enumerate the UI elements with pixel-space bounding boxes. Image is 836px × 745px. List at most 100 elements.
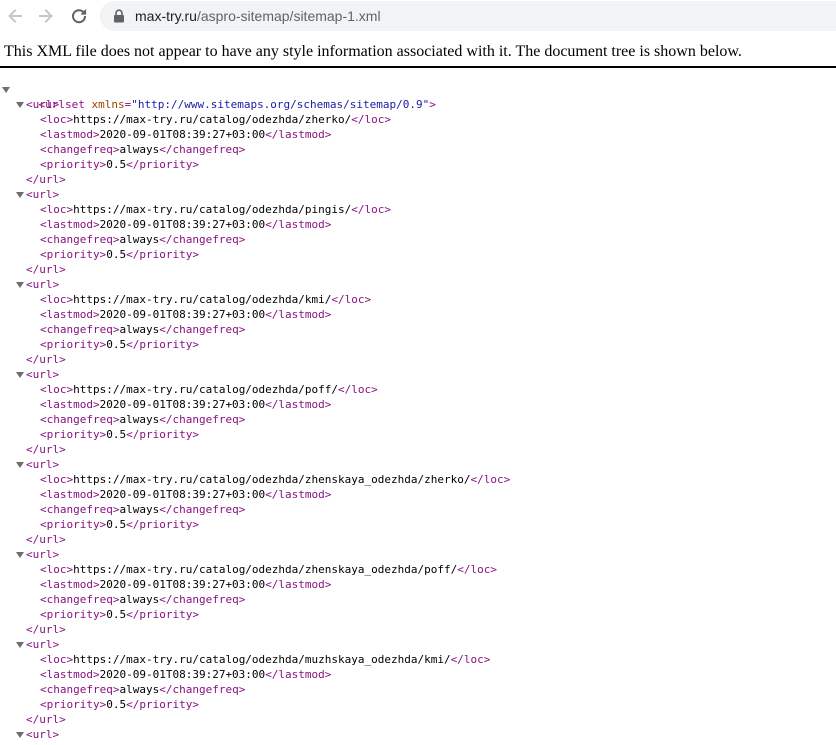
priority-open-tag: <priority> [40, 158, 107, 171]
url-close-line: </url> [0, 442, 836, 457]
arrow-left-icon [8, 9, 22, 23]
changefreq-open-tag: <changefreq> [40, 683, 120, 696]
url-close-line: </url> [0, 352, 836, 367]
loc-line: <loc>https://max-try.ru/catalog/odezhda/… [0, 562, 836, 577]
priority-close-tag: </priority> [126, 698, 199, 711]
priority-value: 0.5 [106, 338, 127, 351]
url-close-tag: </url> [26, 353, 66, 366]
url-open-line: <url> [0, 97, 836, 112]
forward-button[interactable] [33, 3, 59, 29]
priority-value: 0.5 [106, 248, 127, 261]
url-close-tag: </url> [26, 443, 66, 456]
lastmod-close-tag: </lastmod> [265, 218, 332, 231]
changefreq-line: <changefreq>always</changefreq> [0, 142, 836, 157]
url-close-line: </url> [0, 712, 836, 727]
lock-icon[interactable] [111, 8, 127, 24]
priority-open-tag: <priority> [40, 608, 107, 621]
lastmod-value: 2020-09-01T08:39:27+03:00 [99, 488, 266, 501]
changefreq-line: <changefreq>always</changefreq> [0, 682, 836, 697]
url-close-tag: </url> [26, 623, 66, 636]
lastmod-value: 2020-09-01T08:39:27+03:00 [99, 218, 266, 231]
loc-close-tag: </loc> [338, 383, 378, 396]
changefreq-value: always [119, 593, 160, 606]
priority-line: <priority>0.5</priority> [0, 517, 836, 532]
url-path: /aspro-sitemap/sitemap-1.xml [196, 8, 381, 24]
priority-line: <priority>0.5</priority> [0, 157, 836, 172]
changefreq-value: always [119, 503, 160, 516]
changefreq-value: always [119, 683, 160, 696]
changefreq-close-tag: </changefreq> [159, 233, 246, 246]
lastmod-open-tag: <lastmod> [40, 398, 100, 411]
browser-toolbar: max-try.ru/aspro-sitemap/sitemap-1.xml [0, 0, 836, 32]
arrow-right-icon [39, 9, 53, 23]
changefreq-close-tag: </changefreq> [159, 323, 246, 336]
loc-line: <loc>https://max-try.ru/catalog/odezhda/… [0, 472, 836, 487]
loc-open-tag: <loc> [40, 653, 74, 666]
address-bar[interactable]: max-try.ru/aspro-sitemap/sitemap-1.xml [100, 1, 836, 31]
triangle-down-icon[interactable] [16, 102, 24, 108]
priority-value: 0.5 [106, 158, 127, 171]
triangle-down-icon[interactable] [16, 732, 24, 738]
priority-close-tag: </priority> [126, 338, 199, 351]
url-open-line: <url> [0, 457, 836, 472]
loc-line: <loc>https://max-try.ru/catalog/odezhda/… [0, 382, 836, 397]
loc-line: <loc>https://max-try.ru/catalog/odezhda/… [0, 292, 836, 307]
lastmod-close-tag: </lastmod> [265, 398, 332, 411]
xml-tree: <urlset xmlns="http://www.sitemaps.org/s… [0, 82, 836, 742]
back-button[interactable] [2, 3, 28, 29]
loc-close-tag: </loc> [351, 203, 392, 216]
priority-close-tag: </priority> [126, 248, 199, 261]
priority-line: <priority>0.5</priority> [0, 337, 836, 352]
priority-value: 0.5 [106, 428, 127, 441]
priority-close-tag: </priority> [126, 608, 199, 621]
lastmod-value: 2020-09-01T08:39:27+03:00 [99, 128, 266, 141]
lastmod-value: 2020-09-01T08:39:27+03:00 [99, 308, 266, 321]
url-open-line: <url> [0, 277, 836, 292]
loc-open-tag: <loc> [40, 473, 74, 486]
triangle-down-icon[interactable] [16, 462, 24, 468]
changefreq-open-tag: <changefreq> [40, 143, 120, 156]
url-open-tag: <url> [26, 548, 60, 561]
loc-line: <loc>https://max-try.ru/catalog/odezhda/… [0, 202, 836, 217]
changefreq-line: <changefreq>always</changefreq> [0, 592, 836, 607]
changefreq-close-tag: </changefreq> [159, 593, 246, 606]
lastmod-line: <lastmod>2020-09-01T08:39:27+03:00</last… [0, 667, 836, 682]
lastmod-open-tag: <lastmod> [40, 668, 100, 681]
triangle-down-icon[interactable] [16, 552, 24, 558]
changefreq-line: <changefreq>always</changefreq> [0, 232, 836, 247]
url-close-line: </url> [0, 622, 836, 637]
priority-close-tag: </priority> [126, 428, 199, 441]
url-open-tag: <url> [26, 98, 60, 111]
url-entries: <url> <loc>https://max-try.ru/catalog/ode… [0, 97, 836, 742]
triangle-down-icon[interactable] [16, 372, 24, 378]
triangle-down-icon[interactable] [2, 87, 10, 93]
loc-close-tag: </loc> [331, 293, 372, 306]
url-close-tag: </url> [26, 713, 66, 726]
lastmod-value: 2020-09-01T08:39:27+03:00 [99, 668, 266, 681]
changefreq-close-tag: </changefreq> [159, 503, 246, 516]
lastmod-open-tag: <lastmod> [40, 128, 100, 141]
loc-open-tag: <loc> [40, 563, 74, 576]
reload-button[interactable] [66, 3, 92, 29]
triangle-down-icon[interactable] [16, 642, 24, 648]
changefreq-open-tag: <changefreq> [40, 413, 120, 426]
url-open-tag: <url> [26, 278, 60, 291]
lastmod-close-tag: </lastmod> [265, 668, 332, 681]
lastmod-line: <lastmod>2020-09-01T08:39:27+03:00</last… [0, 127, 836, 142]
url-open-tag: <url> [26, 728, 60, 741]
triangle-down-icon[interactable] [16, 192, 24, 198]
changefreq-open-tag: <changefreq> [40, 233, 120, 246]
urlset-open-line: <urlset xmlns="http://www.sitemaps.org/s… [0, 82, 836, 111]
priority-open-tag: <priority> [40, 338, 107, 351]
loc-close-tag: </loc> [457, 563, 497, 576]
loc-value: https://max-try.ru/catalog/odezhda/pingi… [73, 203, 352, 216]
loc-close-tag: </loc> [470, 473, 511, 486]
url-close-tag: </url> [26, 173, 66, 186]
priority-value: 0.5 [106, 608, 127, 621]
lastmod-open-tag: <lastmod> [40, 488, 100, 501]
lastmod-line: <lastmod>2020-09-01T08:39:27+03:00</last… [0, 487, 836, 502]
url-open-line: <url> [0, 727, 836, 742]
lastmod-line: <lastmod>2020-09-01T08:39:27+03:00</last… [0, 577, 836, 592]
triangle-down-icon[interactable] [16, 282, 24, 288]
lastmod-close-tag: </lastmod> [265, 308, 332, 321]
